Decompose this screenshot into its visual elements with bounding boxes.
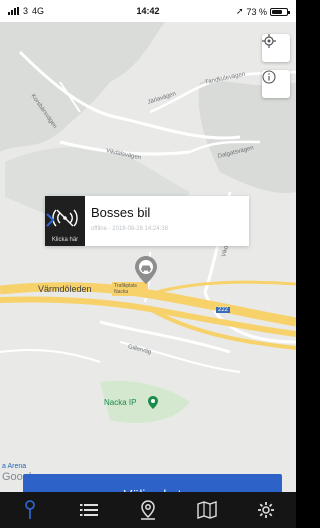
poi-label: Nacka IP <box>104 398 137 407</box>
junction-label: Trafikplats Nacka <box>112 282 148 296</box>
battery-percent: 73 % <box>246 6 267 17</box>
tab-maps[interactable] <box>178 492 237 528</box>
app-screen: 3 4G 14:42 ➚ 73 % Korsbärsvägen Järlaväg… <box>0 0 296 528</box>
tab-settings[interactable] <box>237 492 296 528</box>
map-view[interactable]: Korsbärsvägen Järlavägen Tändkulevägen V… <box>0 22 296 492</box>
battery-group: ➚ 73 % <box>235 6 290 17</box>
vehicle-popup[interactable]: Klicka här Bosses bil offline - 2018-08-… <box>45 196 249 246</box>
crosshair-icon <box>262 34 276 48</box>
tab-bar <box>0 492 296 528</box>
battery-fill <box>272 9 283 14</box>
vehicle-name: Bosses bil <box>91 205 151 220</box>
tab-map[interactable] <box>0 492 59 528</box>
info-icon <box>262 70 276 84</box>
gear-icon <box>258 502 275 518</box>
status-bar: 3 4G 14:42 ➚ 73 % <box>0 0 296 22</box>
route-shield: 222 <box>216 307 231 313</box>
highway-label: Värmdöleden <box>38 284 92 294</box>
list-icon <box>79 504 98 516</box>
location-arrow-icon: ➚ <box>235 6 244 16</box>
tab-list[interactable] <box>59 492 118 528</box>
chevron-right-icon[interactable] <box>45 212 55 228</box>
map-fold-icon <box>197 501 217 519</box>
my-location-button[interactable] <box>262 34 290 62</box>
select-device-button[interactable]: Välj enhet <box>23 474 282 492</box>
map-pin-icon <box>24 500 35 519</box>
tab-location[interactable] <box>118 492 177 528</box>
battery-icon <box>270 7 290 16</box>
vehicle-status-label: Klicka här <box>51 237 79 243</box>
info-button[interactable] <box>262 70 290 98</box>
location-marker-icon <box>141 500 155 520</box>
vehicle-last-seen: offline - 2018-08-28 14:24:38 <box>91 226 168 232</box>
